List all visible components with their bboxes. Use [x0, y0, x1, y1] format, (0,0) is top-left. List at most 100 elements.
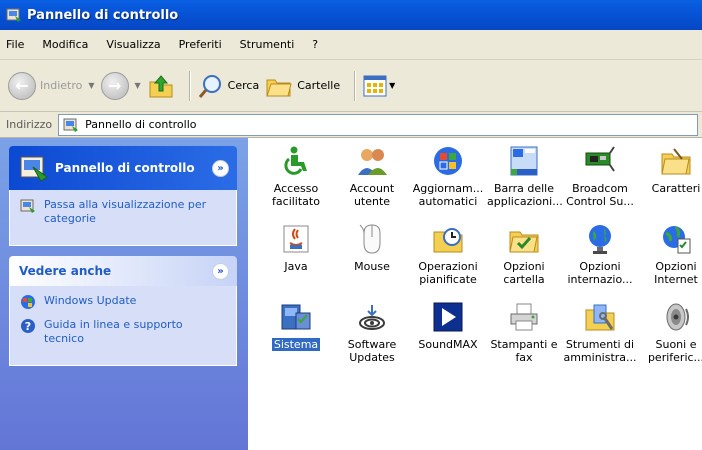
control-panel-item[interactable]: Broadcom Control Su... — [562, 144, 638, 222]
views-button[interactable]: ▼ — [363, 68, 395, 104]
control-panel-item[interactable]: Operazioni pianificate — [410, 222, 486, 300]
control-panel-item[interactable]: Sistema — [258, 300, 334, 378]
control-panel-item[interactable]: Aggiornam... automatici — [410, 144, 486, 222]
folder-options-icon — [507, 222, 541, 256]
menu-tools[interactable]: Strumenti — [240, 38, 295, 51]
control-panel-item[interactable]: Stampanti e fax — [486, 300, 562, 378]
chevron-down-icon[interactable]: ▼ — [389, 81, 395, 90]
menu-edit[interactable]: Modifica — [42, 38, 88, 51]
control-panel-item[interactable]: Account utente — [334, 144, 410, 222]
back-arrow-icon: ← — [8, 71, 36, 100]
link-label: Passa alla visualizzazione per categorie — [44, 198, 207, 225]
item-label: Sistema — [271, 338, 321, 351]
item-label: Opzioni internazio... — [567, 260, 633, 286]
control-panel-item[interactable]: Accesso facilitato — [258, 144, 334, 222]
control-panel-items: Accesso facilitato Account utente Aggiorna… — [248, 138, 702, 450]
menu-help[interactable]: ? — [312, 38, 318, 51]
mouse-icon — [355, 222, 389, 256]
forward-button[interactable]: → ▼ — [100, 68, 141, 104]
menu-favorites[interactable]: Preferiti — [179, 38, 222, 51]
system-icon — [279, 300, 313, 334]
item-label: Stampanti e fax — [490, 338, 558, 364]
control-panel-item[interactable]: Strumenti di amministra... — [562, 300, 638, 378]
control-panel-item[interactable]: Suoni e periferic... — [638, 300, 702, 378]
control-panel-item[interactable]: Software Updates — [334, 300, 410, 378]
panel-body: Passa alla visualizzazione per categorie — [9, 190, 237, 246]
soundmax-icon — [431, 300, 465, 334]
network-card-icon — [583, 144, 617, 178]
folders-icon — [266, 79, 292, 96]
item-label: Broadcom Control Su... — [566, 182, 634, 208]
chevron-down-icon[interactable]: ▼ — [88, 81, 94, 90]
item-label: Java — [284, 260, 308, 273]
panel-title: Pannello di controllo — [55, 161, 195, 175]
collapse-icon[interactable]: » — [212, 262, 229, 280]
switch-to-category-view-link[interactable]: Passa alla visualizzazione per categorie — [20, 198, 226, 226]
up-button[interactable] — [147, 68, 175, 104]
scheduled-tasks-icon — [431, 222, 465, 256]
toolbar-separator — [188, 70, 190, 101]
fonts-folder-icon — [659, 144, 693, 178]
control-panel-item[interactable]: Java — [258, 222, 334, 300]
item-label: Opzioni cartella — [503, 260, 545, 286]
control-panel-panel: Pannello di controllo » Passa alla visua… — [9, 146, 237, 246]
control-panel-item[interactable]: SoundMAX — [410, 300, 486, 378]
accessibility-icon — [279, 144, 313, 178]
user-accounts-icon — [355, 144, 389, 178]
address-value: Pannello di controllo — [85, 118, 197, 131]
item-label: SoundMAX — [418, 338, 478, 351]
address-bar: Indirizzo Pannello di controllo — [0, 112, 702, 138]
item-label: Accesso facilitato — [272, 182, 320, 208]
control-panel-item[interactable]: Opzioni Internet — [638, 222, 702, 300]
help-and-support-link[interactable]: ? Guida in linea e supporto tecnico — [20, 318, 226, 346]
link-label: Guida in linea e supporto tecnico — [44, 318, 183, 345]
taskbar-icon — [507, 144, 541, 178]
control-panel-item[interactable]: Opzioni internazio... — [562, 222, 638, 300]
views-icon — [363, 75, 387, 96]
search-button[interactable]: Cerca — [198, 68, 260, 104]
item-label: Aggiornam... automatici — [412, 182, 484, 208]
panel-body: Windows Update ? Guida in linea e suppor… — [9, 286, 237, 366]
svg-text:?: ? — [25, 320, 31, 333]
toolbar-separator — [354, 70, 356, 101]
item-label: Suoni e periferic... — [647, 338, 702, 364]
internet-options-icon — [659, 222, 693, 256]
panel-header[interactable]: Vedere anche » — [9, 256, 237, 286]
speaker-icon — [659, 300, 693, 334]
see-also-panel: Vedere anche » Windows Update ? Guida in… — [9, 256, 237, 366]
item-label: Strumenti di amministra... — [563, 338, 637, 364]
panel-header[interactable]: Pannello di controllo » — [9, 146, 237, 190]
item-label: Barra delle applicazioni... — [487, 182, 563, 208]
address-label: Indirizzo — [6, 118, 53, 131]
item-label: Caratteri — [651, 182, 701, 195]
forward-arrow-icon: → — [100, 71, 129, 100]
folders-label: Cartelle — [297, 79, 341, 92]
item-label: Account utente — [349, 182, 395, 208]
folder-up-icon — [149, 74, 173, 97]
admin-tools-icon — [583, 300, 617, 334]
window-title: Pannello di controllo — [27, 7, 179, 23]
search-icon — [198, 74, 221, 98]
control-panel-item[interactable]: Opzioni cartella — [486, 222, 562, 300]
folders-button[interactable]: Cartelle — [265, 68, 340, 104]
collapse-icon[interactable]: » — [212, 159, 229, 177]
control-panel-icon — [20, 199, 35, 213]
address-input[interactable]: Pannello di controllo — [58, 113, 698, 136]
item-label: Opzioni Internet — [654, 260, 698, 286]
menu-view[interactable]: Visualizza — [106, 38, 160, 51]
control-panel-item[interactable]: Mouse — [334, 222, 410, 300]
back-button[interactable]: ← Indietro ▼ — [8, 68, 95, 104]
chevron-down-icon[interactable]: ▼ — [135, 81, 141, 90]
windows-update-link[interactable]: Windows Update — [20, 294, 226, 310]
item-label: Software Updates — [347, 338, 397, 364]
icon-grid: Accesso facilitato Account utente Aggiorna… — [258, 144, 702, 378]
automatic-updates-icon — [431, 144, 465, 178]
control-panel-item[interactable]: Barra delle applicazioni... — [486, 144, 563, 222]
menu-file[interactable]: File — [6, 38, 24, 51]
search-label: Cerca — [227, 79, 260, 92]
title-bar[interactable]: Pannello di controllo — [0, 0, 702, 30]
control-panel-item[interactable]: Caratteri — [638, 144, 702, 222]
control-panel-icon — [20, 156, 48, 182]
printer-icon — [507, 300, 541, 334]
globe-icon — [583, 222, 617, 256]
